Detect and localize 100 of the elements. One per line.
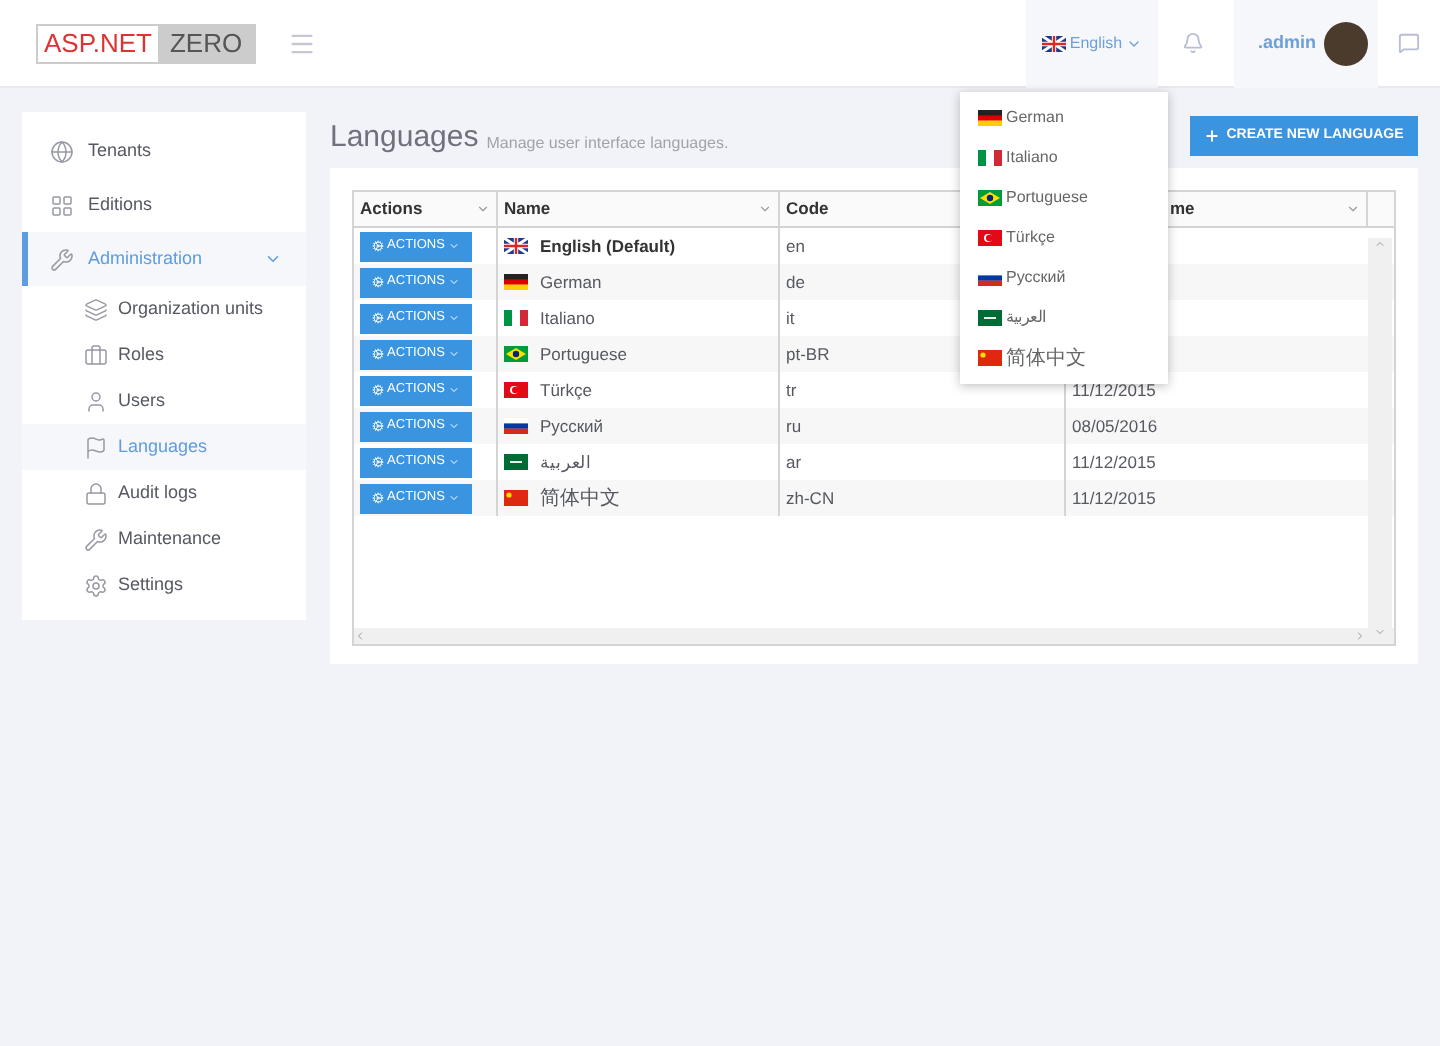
chat-button[interactable] — [1398, 32, 1420, 54]
sidebar-subitem[interactable]: Organization units — [22, 286, 306, 332]
gear-icon — [371, 240, 384, 252]
wrench-icon — [84, 527, 108, 551]
flag-icon — [504, 382, 528, 398]
table-cell: de — [786, 269, 805, 295]
gear-icon — [371, 420, 384, 432]
scroll-down-icon[interactable] — [1374, 626, 1386, 638]
sidebar-label: Organization units — [118, 295, 264, 322]
language-name: العربية — [540, 449, 592, 475]
language-name: English (Default) — [540, 233, 676, 259]
caret-icon — [448, 348, 461, 360]
menu-item[interactable]: German — [960, 98, 1168, 138]
briefcase-icon — [84, 343, 108, 367]
caret-icon — [448, 420, 461, 432]
globe-icon — [50, 139, 74, 163]
flag-icon — [978, 190, 1002, 206]
table-cell: 08/05/2016 — [1072, 413, 1158, 439]
menu-item[interactable]: العربية — [960, 298, 1168, 338]
language-name: 简体中文 — [540, 485, 620, 513]
flag-icon — [504, 310, 528, 326]
bell-icon — [1181, 32, 1203, 54]
flag-icon — [504, 346, 528, 362]
flag-icon — [504, 274, 528, 290]
sidebar-subitem[interactable]: Maintenance — [22, 516, 306, 562]
sidebar-label: Audit logs — [118, 479, 198, 506]
flag-icon — [978, 310, 1002, 326]
table-cell: pt-BR — [786, 341, 830, 367]
user-icon — [84, 389, 108, 413]
page-title: Languages — [330, 117, 479, 157]
menu-icon — [288, 29, 317, 57]
column-header[interactable]: Name — [498, 192, 780, 226]
scroll-left-icon[interactable] — [354, 630, 366, 642]
caret-icon — [448, 276, 461, 288]
caret-icon — [448, 456, 461, 468]
table-cell: ar — [786, 449, 802, 475]
sidebar-subitem[interactable]: Settings — [22, 562, 306, 608]
caret-icon — [448, 384, 461, 396]
menu-item[interactable]: Русский — [960, 258, 1168, 298]
menu-item[interactable]: Italiano — [960, 138, 1168, 178]
menu-item-label: العربية — [1006, 306, 1046, 330]
menu-item-label: German — [1006, 106, 1064, 130]
language-name: Русский — [540, 413, 604, 439]
lock-icon — [84, 481, 108, 505]
language-name: Türkçe — [540, 377, 592, 403]
gear-icon — [371, 456, 384, 468]
sidebar-label: Users — [118, 387, 166, 414]
flag-icon — [504, 490, 528, 506]
sidebar-subitem[interactable]: Audit logs — [22, 470, 306, 516]
settings-icon — [84, 573, 108, 597]
logo-text: ZERO — [157, 25, 255, 61]
flag-icon — [978, 110, 1002, 126]
gear-icon — [371, 312, 384, 324]
menu-item-label: Русский — [1006, 266, 1066, 290]
table-cell: 11/12/2015 — [1072, 377, 1156, 403]
page-subtitle: Manage user interface languages. — [486, 132, 729, 156]
sidebar-subitem[interactable]: Roles — [22, 332, 306, 378]
flag-icon — [978, 350, 1002, 366]
sidebar-label: Settings — [118, 571, 184, 598]
column-header[interactable]: Actions — [354, 192, 498, 226]
table-cell: tr — [786, 377, 797, 403]
grid-icon — [50, 193, 74, 217]
chat-icon — [1398, 32, 1420, 54]
language-name: Italiano — [540, 305, 595, 331]
sort-icon — [758, 202, 772, 216]
avatar — [1324, 21, 1368, 65]
table-cell: 11/12/2015 — [1072, 449, 1156, 475]
menu-item[interactable]: 简体中文 — [960, 338, 1168, 378]
menu-button[interactable] — [288, 29, 317, 57]
flag-icon — [1041, 35, 1066, 51]
sidebar-subitem[interactable]: Users — [22, 378, 306, 424]
flag-icon — [978, 270, 1002, 286]
caret-icon — [448, 240, 461, 252]
flag-icon — [84, 435, 108, 459]
gear-icon — [371, 384, 384, 396]
caret-icon — [448, 492, 461, 504]
menu-item-label: Italiano — [1006, 146, 1058, 170]
sidebar-label: Administration — [88, 245, 205, 272]
scroll-right-icon[interactable] — [1354, 630, 1366, 642]
plus-icon — [1204, 128, 1221, 144]
table-cell: zh-CN — [786, 485, 835, 511]
sidebar-label: Languages — [118, 433, 208, 460]
table-cell: 11/12/2015 — [1072, 485, 1156, 511]
gear-icon — [371, 492, 384, 504]
sidebar-item[interactable]: Tenants — [22, 124, 306, 178]
caret-icon — [448, 312, 461, 324]
sort-icon — [1346, 202, 1360, 216]
sidebar-label: Tenants — [88, 137, 154, 164]
sidebar-label: Roles — [118, 341, 165, 368]
wrench-icon — [50, 247, 74, 271]
language-name: Portuguese — [540, 341, 627, 367]
language-name: German — [540, 269, 602, 295]
flag-icon — [504, 454, 528, 470]
scroll-up-icon[interactable] — [1374, 238, 1386, 250]
sidebar-label: Editions — [88, 191, 155, 218]
flag-icon — [504, 238, 528, 254]
sidebar-item[interactable]: Editions — [22, 178, 306, 232]
table-cell: it — [786, 305, 795, 331]
flag-icon — [978, 150, 1002, 166]
sort-icon — [476, 202, 490, 216]
